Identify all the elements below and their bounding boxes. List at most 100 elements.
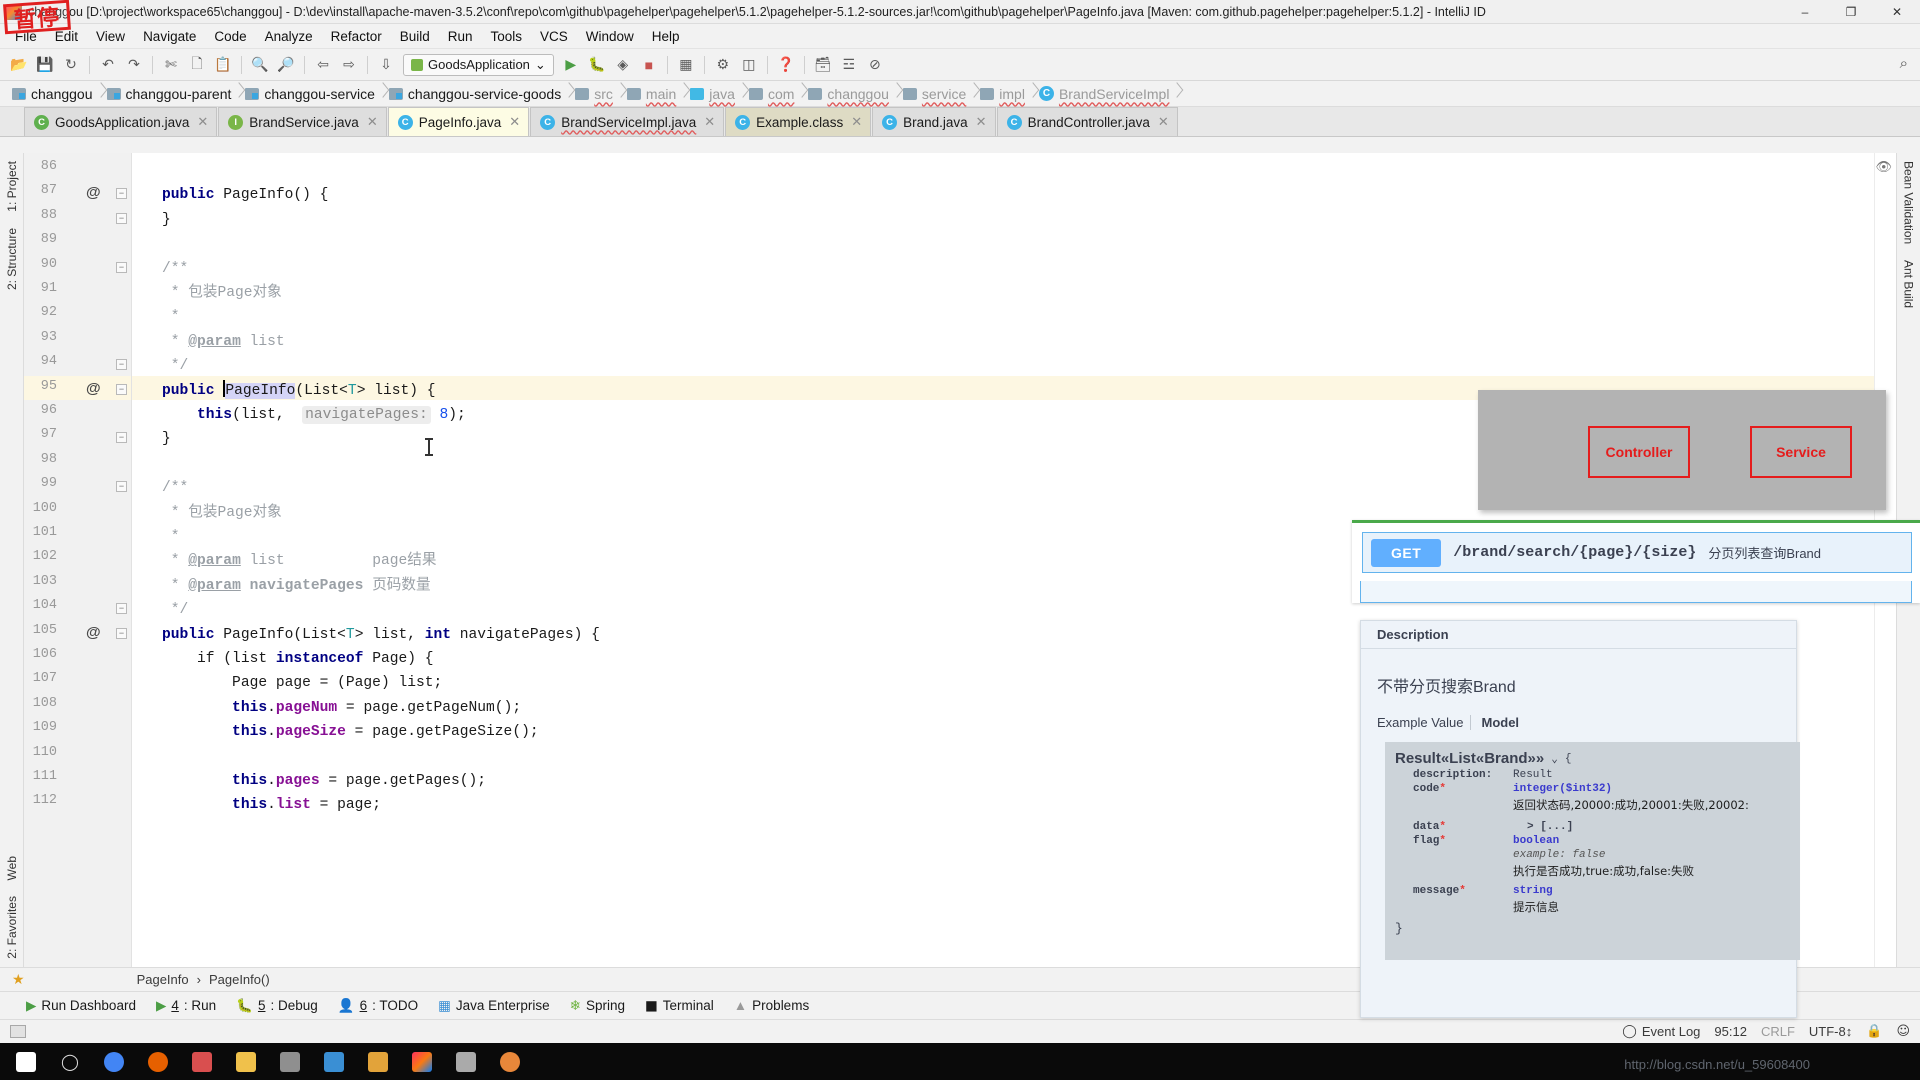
- line-number[interactable]: 102: [24, 549, 57, 564]
- window-controls[interactable]: – ❐ ✕: [1782, 0, 1920, 24]
- breadcrumb-impl[interactable]: impl: [976, 81, 1035, 107]
- line-number[interactable]: 95: [24, 379, 57, 394]
- code-fold-toggle[interactable]: −: [116, 627, 127, 639]
- star-icon[interactable]: ★: [6, 971, 33, 988]
- tool-window-debug[interactable]: 🐛 5: Debug: [236, 998, 318, 1014]
- line-number[interactable]: 93: [24, 330, 57, 345]
- chevron-down-icon[interactable]: ⌄: [1551, 752, 1558, 766]
- chrome-icon[interactable]: [92, 1043, 136, 1080]
- line-number[interactable]: 110: [24, 745, 57, 760]
- code-line[interactable]: *: [162, 305, 180, 329]
- line-number[interactable]: 91: [24, 281, 57, 296]
- code-line[interactable]: this.pageNum = page.getPageNum();: [162, 696, 521, 720]
- line-number[interactable]: 100: [24, 501, 57, 516]
- code-line[interactable]: }: [162, 208, 171, 232]
- tab-brandserviceimpl-java[interactable]: C BrandServiceImpl.java ✕: [530, 107, 725, 136]
- run-configuration-selector[interactable]: GoodsApplication ⌄: [403, 53, 554, 76]
- line-number[interactable]: 94: [24, 354, 57, 369]
- run-coverage-button[interactable]: ◈: [610, 53, 636, 77]
- sidebar-item-bean-validation[interactable]: Bean Validation: [1902, 153, 1916, 252]
- tab-example-class[interactable]: C Example.class ✕: [725, 107, 872, 136]
- menu-item-build[interactable]: Build: [391, 26, 439, 47]
- caret-position[interactable]: 95:12: [1714, 1024, 1747, 1039]
- tab-brand-java[interactable]: C Brand.java ✕: [872, 107, 996, 136]
- line-number[interactable]: 111: [24, 769, 57, 784]
- undo-icon[interactable]: ↶: [95, 53, 121, 77]
- close-icon[interactable]: ✕: [851, 114, 862, 130]
- breadcrumb-java[interactable]: java: [686, 81, 745, 107]
- code-line[interactable]: * 包装Page对象: [162, 281, 282, 305]
- breadcrumb-changgou-service[interactable]: changgou-service: [241, 81, 385, 107]
- code-line[interactable]: public PageInfo() {: [162, 183, 328, 207]
- tool-window-todo[interactable]: 👤 6: TODO: [338, 998, 418, 1014]
- explorer-icon[interactable]: [224, 1043, 268, 1080]
- breadcrumb-changgou-parent[interactable]: changgou-parent: [103, 81, 242, 107]
- line-number[interactable]: 90: [24, 257, 57, 272]
- redo-icon[interactable]: ↷: [121, 53, 147, 77]
- tool-window-run-dashboard[interactable]: ▶ Run Dashboard: [26, 998, 136, 1014]
- hector-icon[interactable]: ☺: [1896, 1024, 1910, 1039]
- tool-window-problems[interactable]: ▲ Problems: [734, 998, 809, 1013]
- maximize-button[interactable]: ❐: [1828, 0, 1874, 24]
- code-line[interactable]: public PageInfo(List<T> list, int naviga…: [162, 623, 600, 647]
- left-tool-strip[interactable]: 1: Project 2: Structure Web 2: Favorites: [0, 153, 24, 967]
- code-line[interactable]: *: [162, 525, 180, 549]
- line-number[interactable]: 109: [24, 720, 57, 735]
- tool-window-spring[interactable]: ❄ Spring: [570, 998, 625, 1014]
- code-fold-toggle[interactable]: −: [116, 261, 127, 273]
- eye-icon[interactable]: 👁: [1875, 159, 1892, 175]
- menu-item-analyze[interactable]: Analyze: [256, 26, 322, 47]
- paste-icon[interactable]: 📋: [210, 53, 236, 77]
- notes-icon[interactable]: [356, 1043, 400, 1080]
- close-icon[interactable]: ✕: [509, 114, 520, 130]
- line-number[interactable]: 105: [24, 623, 57, 638]
- line-number[interactable]: 96: [24, 403, 57, 418]
- breadcrumb-brandserviceimpl[interactable]: C BrandServiceImpl: [1035, 81, 1180, 107]
- find-icon[interactable]: 🔍: [247, 53, 273, 77]
- code-fold-toggle[interactable]: −: [116, 188, 127, 200]
- back-icon[interactable]: ⇦: [310, 53, 336, 77]
- compile-icon[interactable]: ⇩: [373, 53, 399, 77]
- settings-icon[interactable]: ⚙: [710, 53, 736, 77]
- status-right-group[interactable]: ◯ Event Log 95:12 CRLF UTF-8↕ 🔒 ☺: [1622, 1024, 1910, 1039]
- line-number[interactable]: 98: [24, 452, 57, 467]
- line-number[interactable]: 86: [24, 159, 57, 174]
- code-line[interactable]: * @param list: [162, 330, 285, 354]
- intellij-icon[interactable]: [400, 1043, 444, 1080]
- menu-item-tools[interactable]: Tools: [482, 26, 532, 47]
- breadcrumb-main[interactable]: main: [623, 81, 686, 107]
- tab-goodsapplication-java[interactable]: C GoodsApplication.java ✕: [24, 107, 218, 136]
- line-separator[interactable]: CRLF: [1761, 1024, 1795, 1039]
- tool-window-java-enterprise[interactable]: ▦ Java Enterprise: [438, 998, 550, 1014]
- chevron-down-icon[interactable]: ⌄: [535, 57, 546, 73]
- main-toolbar[interactable]: 📂 💾 ↻ ↶ ↷ ✄ 🗋 📋 🔍 🔎 ⇦ ⇨ ⇩ GoodsApplicati…: [0, 49, 1920, 81]
- menu-item-refactor[interactable]: Refactor: [322, 26, 391, 47]
- menu-bar[interactable]: File Edit View Navigate Code Analyze Ref…: [0, 24, 1920, 49]
- model-array-toggle[interactable]: > [...]: [1513, 821, 1573, 833]
- sidebar-item-favorites[interactable]: 2: Favorites: [5, 888, 19, 967]
- line-number[interactable]: 103: [24, 574, 57, 589]
- code-fold-toggle[interactable]: −: [116, 603, 127, 615]
- tab-example-value[interactable]: Example Value: [1377, 715, 1463, 730]
- debug-button[interactable]: 🐛: [584, 53, 610, 77]
- code-line[interactable]: public PageInfo(List<T> list) {: [162, 379, 436, 403]
- breadcrumb-changgou-service-goods[interactable]: changgou-service-goods: [385, 81, 571, 107]
- line-number[interactable]: 106: [24, 647, 57, 662]
- code-fold-toggle[interactable]: −: [116, 359, 127, 371]
- search-everywhere-icon[interactable]: ⌕: [1900, 55, 1908, 72]
- swagger-description-panel[interactable]: Description 不带分页搜索Brand Example Value Mod…: [1360, 620, 1800, 1018]
- tab-brandcontroller-java[interactable]: C BrandController.java ✕: [996, 107, 1178, 136]
- minimize-button[interactable]: –: [1782, 0, 1828, 24]
- tool-window-terminal[interactable]: ■ Terminal: [645, 998, 714, 1014]
- breadcrumb-com[interactable]: com: [745, 81, 804, 107]
- code-line[interactable]: this(list, navigatePages: 8);: [162, 403, 466, 427]
- memory-indicator[interactable]: [10, 1025, 26, 1038]
- code-fold-toggle[interactable]: −: [116, 212, 127, 224]
- forward-icon[interactable]: ⇨: [336, 53, 362, 77]
- run-button[interactable]: ▶: [558, 53, 584, 77]
- copy-icon[interactable]: 🗋: [184, 53, 210, 77]
- gutter-annotation-icon[interactable]: @: [86, 624, 101, 641]
- nav-crumb-method[interactable]: PageInfo(): [205, 972, 274, 987]
- sidebar-item-project[interactable]: 1: Project: [5, 153, 19, 220]
- line-number[interactable]: 112: [24, 793, 57, 808]
